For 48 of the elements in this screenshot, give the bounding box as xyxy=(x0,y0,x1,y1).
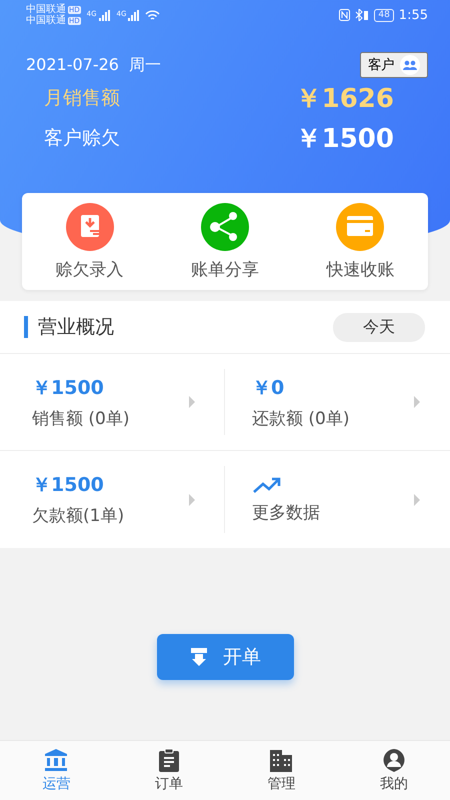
stat-value: ￥1626 xyxy=(296,82,394,116)
weekday-label: 周一 xyxy=(128,54,161,76)
stat-cell[interactable]: ￥1500 销售额 (0单) xyxy=(0,354,225,451)
trend-icon xyxy=(252,475,282,495)
building-icon xyxy=(269,748,294,772)
chevron-icon xyxy=(189,396,195,408)
download-icon xyxy=(189,647,209,667)
nav-tab[interactable]: 我的 xyxy=(338,741,450,800)
bank-icon xyxy=(44,748,68,772)
group-icon xyxy=(400,55,420,75)
nav-tab[interactable]: 管理 xyxy=(225,741,338,800)
stat-label: 月销售额 xyxy=(44,86,120,111)
stat-label: 客户赊欠 xyxy=(44,126,120,151)
nav-tab[interactable]: 运营 xyxy=(0,741,112,800)
stat-value: ￥1500 xyxy=(296,122,394,156)
battery-level: 48 xyxy=(374,8,394,22)
amount-value: ￥1500 xyxy=(32,473,105,498)
stat-cell[interactable]: 更多数据 xyxy=(225,451,450,548)
amount-value: ￥0 xyxy=(252,376,286,400)
chevron-icon xyxy=(414,396,420,408)
amount-label: 销售额 (0单) xyxy=(32,408,130,430)
wifi-icon xyxy=(145,10,160,20)
new-order-button[interactable]: 开单 xyxy=(156,634,294,680)
amount-label: 更多数据 xyxy=(252,502,320,524)
clipboard-icon xyxy=(156,748,181,772)
section-title: 营业概况 xyxy=(24,316,114,338)
nav-tab[interactable]: 订单 xyxy=(112,741,225,800)
stat-cell[interactable]: ￥1500 欠款额(1单) xyxy=(0,451,225,548)
nfc-icon xyxy=(339,9,350,21)
chevron-icon xyxy=(414,494,420,506)
person-icon xyxy=(382,748,406,772)
customer-link[interactable]: 客户 xyxy=(360,52,428,78)
amount-value: ￥1500 xyxy=(32,376,105,400)
amount-label: 还款额 (0单) xyxy=(252,408,350,430)
date-label: 2021-07-26 xyxy=(26,54,119,76)
clock: 1:55 xyxy=(398,8,428,22)
stat-cell[interactable]: ￥0 还款额 (0单) xyxy=(225,354,450,451)
signal-icon xyxy=(128,10,140,20)
action-button[interactable]: 赊欠录入 xyxy=(56,202,124,280)
carrier-name: 中国联通 xyxy=(26,4,66,15)
chevron-icon xyxy=(189,494,195,506)
period-button[interactable]: 今天 xyxy=(333,312,425,342)
bluetooth-icon xyxy=(355,9,370,21)
signal-icon xyxy=(98,10,111,20)
action-button[interactable]: 快速收账 xyxy=(326,202,394,280)
carrier-name: 中国联通 xyxy=(26,15,66,26)
amount-label: 欠款额(1单) xyxy=(32,505,124,527)
action-button[interactable]: 账单分享 xyxy=(190,202,259,280)
